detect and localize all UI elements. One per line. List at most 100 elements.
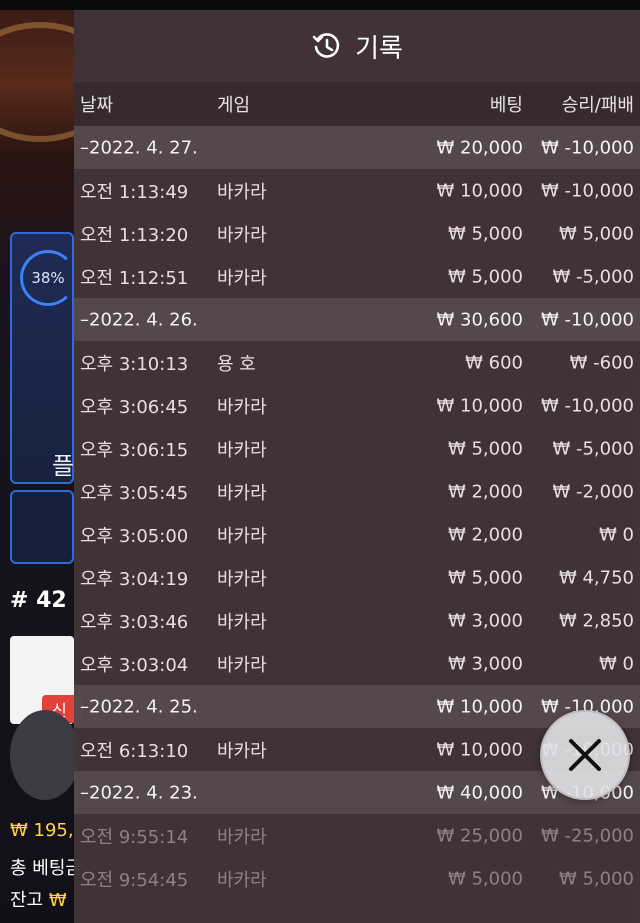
history-row[interactable]: 오전 1:13:49 바카라 ₩ 10,000 ₩ -10,000 — [74, 169, 640, 212]
progress-text: 38% — [31, 269, 65, 287]
row-game: 바카라 — [217, 611, 267, 633]
row-result: ₩ 5,000 — [558, 223, 634, 244]
history-row[interactable]: 오후 3:04:19 바카라 ₩ 5,000 ₩ 4,750 — [74, 556, 640, 599]
close-icon — [569, 739, 601, 771]
group-bet: ₩ 30,600 — [436, 309, 523, 330]
row-time: 오후 3:05:00 — [80, 525, 189, 547]
row-game: 바카라 — [217, 482, 267, 504]
row-game: 바카라 — [217, 267, 267, 289]
row-game: 바카라 — [217, 396, 267, 418]
group-date: –2022. 4. 27. — [80, 137, 198, 158]
chip-button[interactable] — [10, 710, 80, 800]
row-bet: ₩ 2,000 — [447, 481, 523, 502]
background-button[interactable] — [10, 490, 74, 564]
history-row[interactable]: 오전 1:13:20 바카라 ₩ 5,000 ₩ 5,000 — [74, 212, 640, 255]
row-bet: ₩ 10,000 — [436, 395, 523, 416]
close-button[interactable] — [540, 710, 630, 800]
row-result: ₩ 5,000 — [558, 868, 634, 889]
row-time: 오후 3:06:45 — [80, 396, 189, 418]
row-bet: ₩ 25,000 — [436, 825, 523, 846]
history-title: 기록 — [355, 33, 403, 64]
row-game: 용 호 — [217, 353, 256, 375]
group-result: ₩ -10,000 — [541, 309, 634, 330]
row-time: 오후 3:03:46 — [80, 611, 189, 633]
col-game: 게임 — [217, 95, 251, 116]
row-time: 오후 3:05:45 — [80, 482, 189, 504]
row-bet: ₩ 5,000 — [447, 223, 523, 244]
row-time: 오전 6:13:10 — [80, 740, 189, 762]
total-bet-label: 총 베팅금 — [10, 858, 82, 879]
row-time: 오전 1:12:51 — [80, 267, 189, 289]
row-game: 바카라 — [217, 654, 267, 676]
history-row[interactable]: 오후 3:10:13 용 호 ₩ 600 ₩ -600 — [74, 341, 640, 384]
group-date: –2022. 4. 25. — [80, 696, 198, 717]
history-row[interactable]: 오전 1:12:51 바카라 ₩ 5,000 ₩ -5,000 — [74, 255, 640, 298]
row-bet: ₩ 5,000 — [447, 438, 523, 459]
row-result: ₩ -10,000 — [541, 180, 634, 201]
group-bet: ₩ 40,000 — [436, 782, 523, 803]
row-bet: ₩ 3,000 — [447, 653, 523, 674]
history-icon — [312, 33, 340, 58]
row-time: 오전 9:54:45 — [80, 869, 189, 891]
column-header: 날짜 게임 베팅 승리/패배 — [74, 82, 640, 126]
table-number: # 42 — [10, 588, 67, 613]
row-result: ₩ -600 — [569, 352, 634, 373]
row-game: 바카라 — [217, 525, 267, 547]
row-bet: ₩ 3,000 — [447, 610, 523, 631]
date-group-row[interactable]: –2022. 4. 26. ₩ 30,600 ₩ -10,000 — [74, 298, 640, 341]
history-row[interactable]: 오전 9:55:14 바카라 ₩ 25,000 ₩ -25,000 — [74, 814, 640, 857]
row-time: 오전 1:13:49 — [80, 181, 189, 203]
row-game: 바카라 — [217, 869, 267, 891]
progress-ring: 38% — [20, 250, 76, 306]
row-result: ₩ -10,000 — [541, 395, 634, 416]
history-header: 기록 — [74, 10, 640, 82]
row-result: ₩ 2,850 — [558, 610, 634, 631]
top-status-bar — [0, 0, 640, 10]
balance-value: ₩ 195, — [10, 820, 74, 841]
row-time: 오후 3:03:04 — [80, 654, 189, 676]
history-row[interactable]: 오후 3:05:45 바카라 ₩ 2,000 ₩ -2,000 — [74, 470, 640, 513]
row-time: 오전 1:13:20 — [80, 224, 189, 246]
col-date: 날짜 — [80, 95, 114, 116]
arch-decoration — [0, 22, 74, 142]
row-bet: ₩ 5,000 — [447, 868, 523, 889]
row-result: ₩ 4,750 — [558, 567, 634, 588]
partial-button-label: 플 — [52, 452, 75, 480]
remain-currency: ₩ — [48, 890, 67, 911]
row-bet: ₩ 10,000 — [436, 739, 523, 760]
history-row[interactable]: 오후 3:06:15 바카라 ₩ 5,000 ₩ -5,000 — [74, 427, 640, 470]
row-game: 바카라 — [217, 568, 267, 590]
row-bet: ₩ 5,000 — [447, 567, 523, 588]
row-game: 바카라 — [217, 740, 267, 762]
row-time: 오후 3:04:19 — [80, 568, 189, 590]
row-time: 오전 9:55:14 — [80, 826, 189, 848]
row-result: ₩ -5,000 — [552, 438, 634, 459]
history-row[interactable]: 오후 3:06:45 바카라 ₩ 10,000 ₩ -10,000 — [74, 384, 640, 427]
group-date: –2022. 4. 26. — [80, 309, 198, 330]
row-game: 바카라 — [217, 439, 267, 461]
row-game: 바카라 — [217, 826, 267, 848]
group-date: –2022. 4. 23. — [80, 782, 198, 803]
row-bet: ₩ 5,000 — [447, 266, 523, 287]
col-bet: 베팅 — [489, 95, 523, 116]
row-result: ₩ -2,000 — [552, 481, 634, 502]
row-result: ₩ 0 — [599, 524, 634, 545]
row-bet: ₩ 10,000 — [436, 180, 523, 201]
col-result: 승리/패배 — [561, 95, 634, 116]
row-game: 바카라 — [217, 181, 267, 203]
remain-label: 잔고 — [10, 890, 44, 911]
date-group-row[interactable]: –2022. 4. 27. ₩ 20,000 ₩ -10,000 — [74, 126, 640, 169]
history-row[interactable]: 오후 3:03:46 바카라 ₩ 3,000 ₩ 2,850 — [74, 599, 640, 642]
row-result: ₩ -25,000 — [541, 825, 634, 846]
history-row[interactable]: 오후 3:05:00 바카라 ₩ 2,000 ₩ 0 — [74, 513, 640, 556]
row-time: 오후 3:10:13 — [80, 353, 189, 375]
row-bet: ₩ 600 — [465, 352, 523, 373]
history-row[interactable]: 오후 3:03:04 바카라 ₩ 3,000 ₩ 0 — [74, 642, 640, 685]
group-bet: ₩ 20,000 — [436, 137, 523, 158]
group-bet: ₩ 10,000 — [436, 696, 523, 717]
row-game: 바카라 — [217, 224, 267, 246]
history-row[interactable]: 오전 9:54:45 바카라 ₩ 5,000 ₩ 5,000 — [74, 857, 640, 900]
group-result: ₩ -10,000 — [541, 137, 634, 158]
row-result: ₩ 0 — [599, 653, 634, 674]
remain-row: 잔고 ₩ — [10, 886, 67, 912]
